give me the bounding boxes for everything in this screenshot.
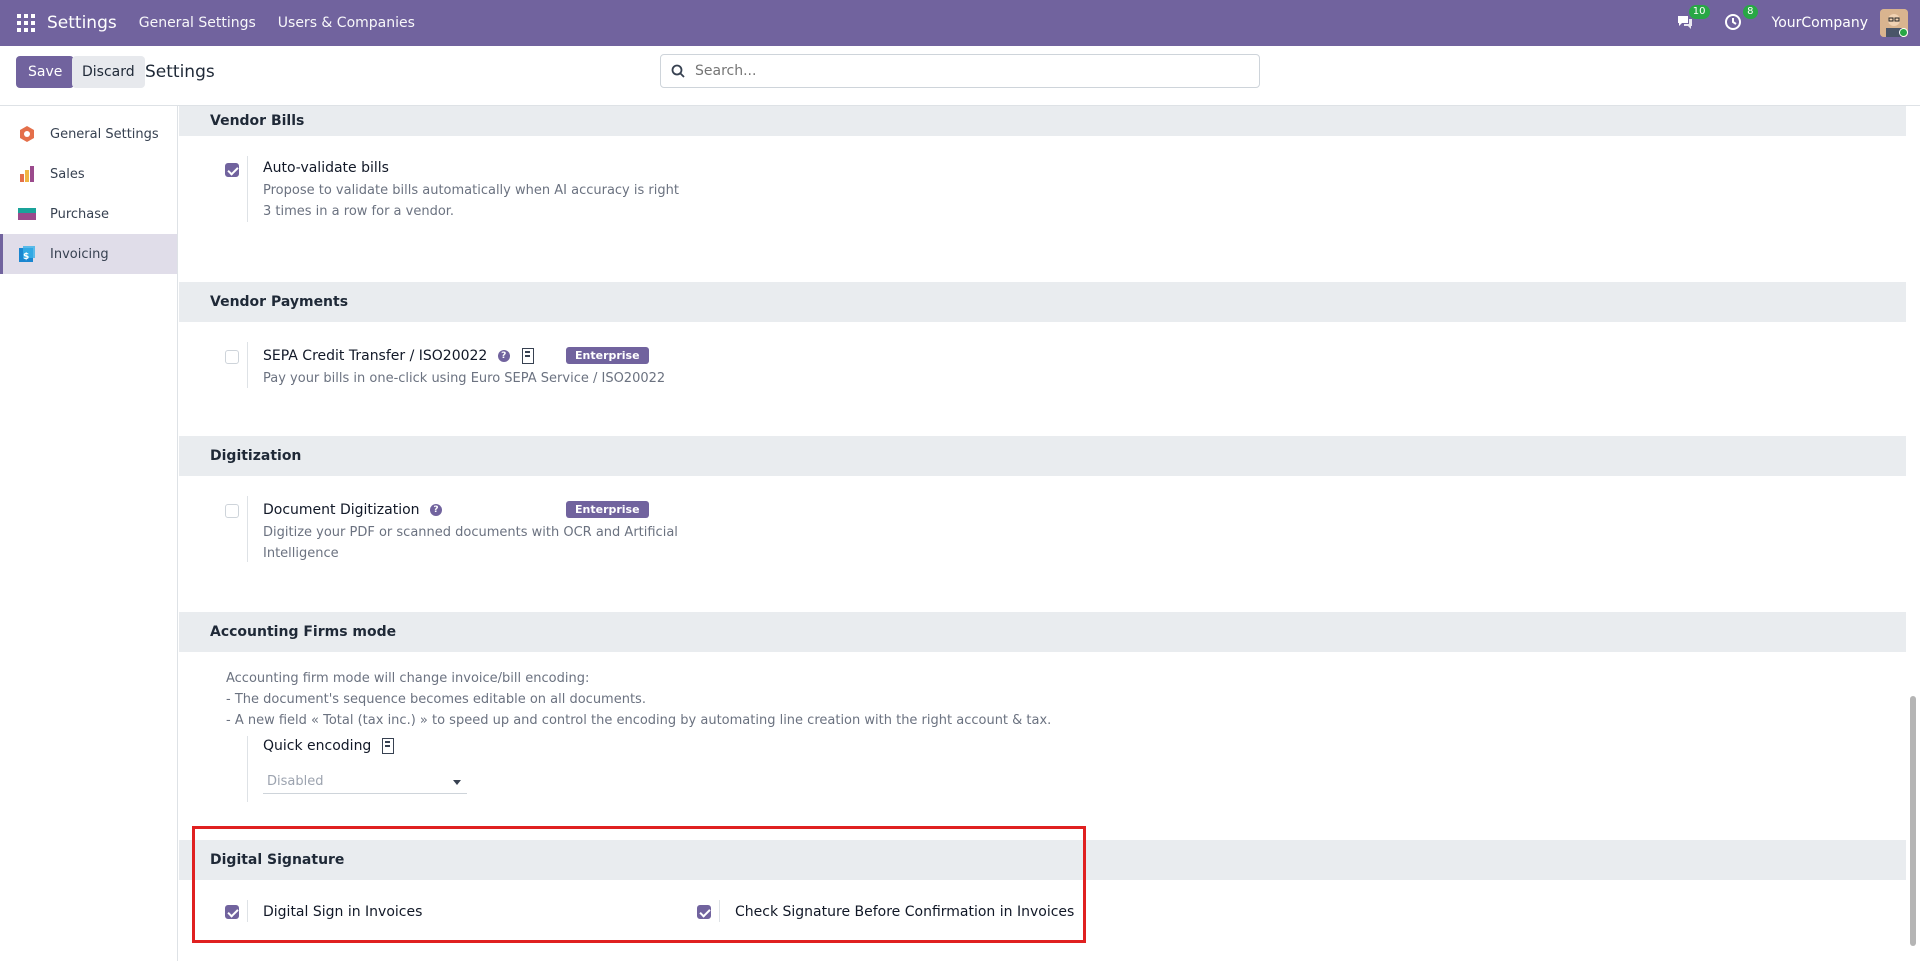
sidebar-item-invoicing[interactable]: $ Invoicing: [0, 234, 177, 274]
sepa-checkbox[interactable]: [225, 350, 239, 364]
messages-button[interactable]: 10: [1676, 5, 1710, 33]
setting-document-digitization: Document Digitization ? Enterprise Digit…: [179, 476, 1906, 612]
quick-encoding-select[interactable]: Disabled: [263, 770, 467, 794]
auto-validate-checkbox[interactable]: [225, 163, 239, 177]
setting-title: SEPA Credit Transfer / ISO20022 ?: [263, 348, 535, 364]
section-heading-vendor-payments: Vendor Payments: [179, 282, 1906, 322]
setting-sepa-credit-transfer: SEPA Credit Transfer / ISO20022 ? Enterp…: [179, 322, 1906, 436]
setting-description: Accounting firm mode will change invoice…: [226, 671, 590, 686]
setting-description: Digitize your PDF or scanned documents w…: [263, 525, 678, 540]
messages-count-badge: 10: [1688, 5, 1710, 19]
search-bar[interactable]: [660, 54, 1260, 88]
svg-text:$: $: [23, 252, 29, 262]
user-avatar[interactable]: [1880, 9, 1908, 37]
setting-description: Propose to validate bills automatically …: [263, 183, 679, 198]
setting-title: Quick encoding: [263, 738, 394, 754]
setting-description: - The document's sequence becomes editab…: [226, 692, 646, 707]
sidebar-item-label: Purchase: [50, 206, 110, 222]
setting-divider: [247, 736, 248, 802]
setting-description: Intelligence: [263, 546, 339, 561]
sepa-title-text: SEPA Credit Transfer / ISO20022: [263, 348, 488, 364]
activities-count-badge: 8: [1743, 5, 1758, 19]
company-building-icon: [381, 738, 394, 754]
sidebar-item-purchase[interactable]: Purchase: [0, 194, 177, 234]
chevron-down-icon: [453, 780, 461, 785]
discard-button[interactable]: Discard: [72, 56, 145, 88]
apps-grid-icon[interactable]: [17, 14, 35, 32]
help-icon[interactable]: ?: [497, 350, 510, 362]
setting-divider: [247, 342, 248, 388]
setting-divider: [247, 496, 248, 562]
setting-title: Document Digitization ?: [263, 502, 443, 518]
setting-accounting-firms-mode: Accounting firm mode will change invoice…: [179, 652, 1906, 840]
help-icon[interactable]: ?: [430, 504, 443, 516]
section-heading-accounting-firms: Accounting Firms mode: [179, 612, 1906, 652]
sidebar-item-general-settings[interactable]: General Settings: [0, 114, 177, 154]
sidebar-item-label: General Settings: [50, 126, 159, 142]
setting-description: 3 times in a row for a vendor.: [263, 204, 455, 219]
sidebar-item-label: Invoicing: [50, 246, 109, 262]
online-status-icon: [1899, 28, 1908, 37]
doc-title-text: Document Digitization: [263, 502, 420, 518]
search-icon: [671, 64, 685, 78]
section-heading-vendor-bills: Vendor Bills: [179, 106, 1906, 136]
sidebar-item-sales[interactable]: Sales: [0, 154, 177, 194]
scroll-thumb[interactable]: [1910, 696, 1916, 946]
sidebar-item-label: Sales: [50, 166, 85, 182]
search-input[interactable]: [695, 63, 1235, 79]
invoice-dollar-icon: $: [19, 246, 35, 262]
page-title: Settings: [145, 62, 215, 82]
nav-users-companies[interactable]: Users & Companies: [278, 15, 415, 31]
setting-description: Pay your bills in one-click using Euro S…: [263, 371, 666, 386]
setting-description: - A new field « Total (tax inc.) » to sp…: [226, 713, 1052, 728]
purchase-card-icon: [18, 208, 36, 220]
save-button[interactable]: Save: [16, 56, 75, 88]
settings-sidebar: General Settings Sales Purchase $ Invoic…: [0, 106, 178, 961]
company-building-icon: [522, 348, 535, 364]
quick-encoding-label: Quick encoding: [263, 738, 372, 754]
enterprise-badge: Enterprise: [566, 501, 649, 518]
clock-icon: [1724, 14, 1741, 30]
activities-button[interactable]: 8: [1724, 5, 1758, 33]
highlight-box: [192, 826, 1086, 943]
setting-divider: [247, 156, 248, 222]
scrollbar[interactable]: [1906, 106, 1920, 961]
setting-title: Auto-validate bills: [263, 160, 389, 176]
company-switcher[interactable]: YourCompany: [1772, 15, 1869, 31]
sales-chart-icon: [20, 166, 34, 182]
top-navbar: Settings General Settings Users & Compan…: [0, 0, 1920, 46]
nav-general-settings[interactable]: General Settings: [139, 15, 256, 31]
section-heading-digitization: Digitization: [179, 436, 1906, 476]
enterprise-badge: Enterprise: [566, 347, 649, 364]
odoo-logo-icon: [20, 126, 34, 142]
quick-encoding-value: Disabled: [267, 774, 324, 789]
setting-auto-validate-bills: Auto-validate bills Propose to validate …: [179, 136, 1906, 282]
control-panel: Save Discard Settings: [0, 46, 1920, 106]
app-title[interactable]: Settings: [47, 13, 117, 33]
document-digitization-checkbox[interactable]: [225, 504, 239, 518]
